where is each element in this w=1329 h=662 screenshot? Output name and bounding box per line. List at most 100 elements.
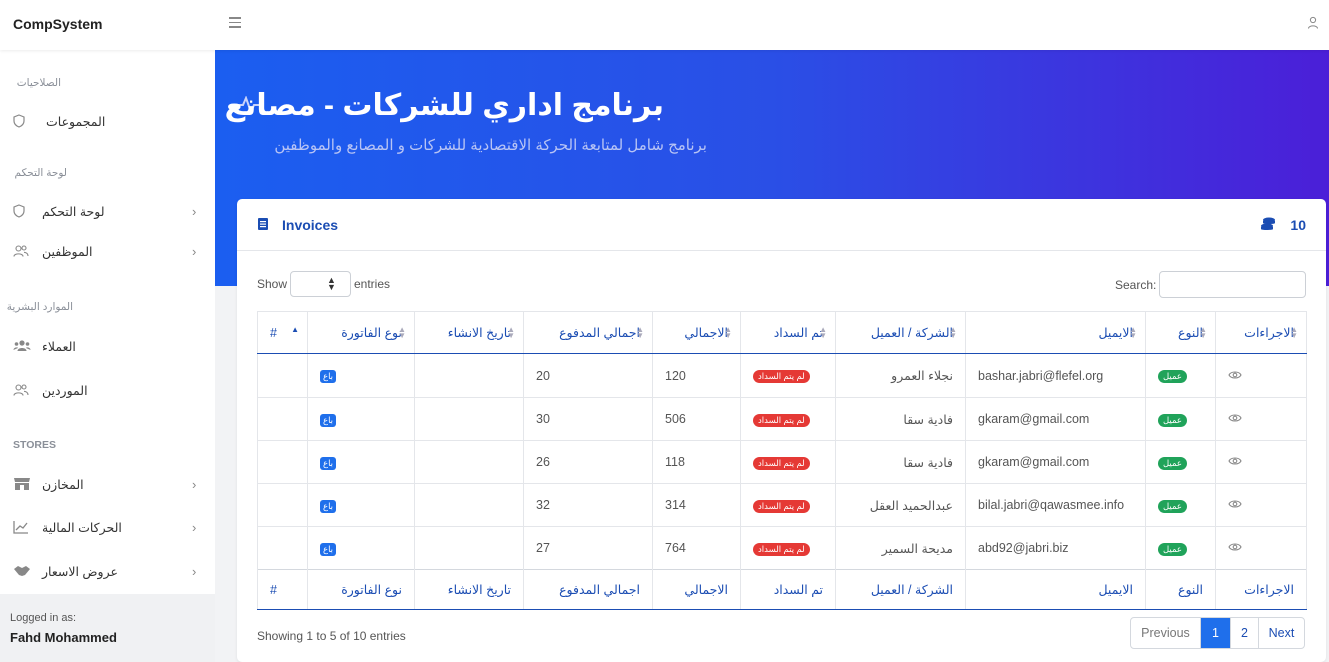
- column-header-kind[interactable]: النوع ▲ ▼: [1145, 311, 1216, 354]
- sort-icon: ▲ ▼: [507, 325, 515, 340]
- total-cell: 118: [652, 440, 741, 484]
- column-header-invoice-type[interactable]: نوع الفاتورة ▲ ▼: [307, 311, 415, 354]
- user-icon[interactable]: [1307, 16, 1319, 33]
- created-cell: [414, 397, 524, 441]
- invoice-type-badge: باع: [320, 542, 337, 556]
- page-button-1[interactable]: 1: [1200, 618, 1230, 648]
- sidebar-item-label: العملاء: [42, 340, 76, 354]
- footer-header-paid: اجمالي المدفوع: [523, 569, 653, 610]
- previous-button[interactable]: Previous: [1131, 618, 1200, 648]
- sidebar-item-employees[interactable]: الموظفين ›: [0, 237, 215, 267]
- coins-icon: [1260, 216, 1276, 235]
- sidebar-item-groups[interactable]: المجموعات: [0, 107, 215, 137]
- payment-status-badge: لم يتم السداد: [753, 370, 810, 383]
- view-eye-icon[interactable]: [1228, 412, 1242, 426]
- view-eye-icon[interactable]: [1228, 498, 1242, 512]
- view-eye-icon[interactable]: [1228, 455, 1242, 469]
- chevron-right-icon: ›: [192, 520, 197, 535]
- table-row: باع 27 764 لم يتم السداد مديحة السمير ab…: [257, 526, 1307, 570]
- company-cell: فادية سقا: [835, 397, 966, 441]
- search-input[interactable]: [1159, 271, 1306, 298]
- column-header-created[interactable]: تاريخ الانشاء ▲ ▼: [414, 311, 524, 354]
- company-cell: عبدالحميد العقل: [835, 483, 966, 527]
- sidebar-item-customers[interactable]: العملاء: [0, 332, 215, 362]
- kind-badge: عميل: [1158, 499, 1187, 513]
- kind-badge: عميل: [1158, 456, 1187, 470]
- payment-status-badge: لم يتم السداد: [753, 542, 810, 556]
- invoice-type-badge: باع: [320, 370, 337, 383]
- created-cell: [414, 483, 524, 527]
- kind-badge: عميل: [1158, 370, 1187, 383]
- sidebar-item-label: الحركات المالية: [42, 521, 122, 535]
- shield-icon: [13, 114, 29, 130]
- page-button-2[interactable]: 2: [1230, 618, 1258, 648]
- shield-icon: [13, 204, 29, 220]
- sidebar-section-title: الصلاحيات: [16, 77, 61, 89]
- sort-icon: ▲ ▼: [1199, 325, 1207, 340]
- footer-header-status: تم السداد: [740, 569, 836, 610]
- footer-header-total: الاجمالي: [652, 569, 741, 610]
- handshake-icon: [13, 564, 30, 580]
- invoice-type-badge: باع: [320, 413, 337, 427]
- search-label: Search:: [1115, 278, 1157, 292]
- column-header-paid[interactable]: اجمالي المدفوع ▲ ▼: [523, 311, 653, 354]
- page-title: برنامج اداري للشركات - مصانع: [224, 89, 664, 122]
- sidebar-section-title: STORES: [13, 439, 56, 451]
- table-row: باع 20 120 لم يتم السداد نجلاء العمرو ba…: [257, 353, 1307, 398]
- column-header-company[interactable]: الشركة / العميل ▲ ▼: [835, 311, 966, 354]
- sidebar-item-label: الموظفين: [42, 245, 93, 259]
- sidebar-item-quotes[interactable]: عروض الاسعار ›: [0, 557, 215, 587]
- total-cell: 120: [652, 353, 741, 398]
- sidebar-item-stores[interactable]: المخازن ›: [0, 470, 215, 500]
- column-header-total[interactable]: الاجمالي ▲ ▼: [652, 311, 741, 354]
- logged-in-label: Logged in as:: [10, 612, 77, 624]
- created-cell: [414, 526, 524, 570]
- sidebar-item-label: لوحة التحكم: [42, 205, 105, 219]
- table-row: باع 30 506 لم يتم السداد فادية سقا gkara…: [257, 397, 1307, 441]
- email-cell: gkaram@gmail.com: [965, 397, 1146, 441]
- sidebar-item-dashboard[interactable]: لوحة التحكم ›: [0, 197, 215, 227]
- paid-cell: 30: [523, 397, 653, 441]
- chevron-right-icon: ›: [192, 477, 197, 492]
- view-eye-icon[interactable]: [1228, 369, 1242, 383]
- column-header-email[interactable]: الايميل ▲ ▼: [965, 311, 1146, 354]
- sidebar-section-title: الموارد البشرية: [6, 301, 73, 313]
- sort-icon: ▲ ▼: [819, 325, 827, 340]
- total-cell: 314: [652, 483, 741, 527]
- entries-label: entries: [354, 277, 391, 291]
- created-cell: [414, 353, 524, 398]
- column-header-status[interactable]: تم السداد ▲ ▼: [740, 311, 836, 354]
- total-cell: 764: [652, 526, 741, 570]
- sort-icon: ▲ ▼: [949, 325, 957, 340]
- logged-in-panel: Logged in as: Fahd Mohammed: [0, 594, 215, 662]
- sort-icon: ▲ ▼: [1290, 325, 1298, 340]
- sidebar-item-suppliers[interactable]: الموردين: [0, 376, 215, 406]
- email-cell: gkaram@gmail.com: [965, 440, 1146, 484]
- table-row: باع 32 314 لم يتم السداد عبدالحميد العقل…: [257, 483, 1307, 527]
- footer-header-number: #: [257, 569, 308, 610]
- sort-icon: ▲ ▼: [724, 325, 732, 340]
- sort-arrows-icon: ▲ ▼: [327, 275, 336, 292]
- view-eye-icon[interactable]: [1228, 541, 1242, 555]
- sort-asc-icon: ▲: [291, 325, 299, 334]
- footer-header-email: الايميل: [965, 569, 1146, 610]
- page-length-select[interactable]: ▲ ▼: [290, 271, 351, 297]
- invoices-table: # ▲ نوع الفاتورة ▲ ▼ تاريخ الانشاء ▲ ▼ اجمالي…: [257, 311, 1307, 610]
- total-cell: 506: [652, 397, 741, 441]
- chevron-right-icon: ›: [192, 204, 197, 219]
- invoice-type-badge: باع: [320, 499, 337, 513]
- column-header-number[interactable]: # ▲: [257, 311, 308, 354]
- email-cell: abd92@jabri.biz: [965, 526, 1146, 570]
- menu-toggle-icon[interactable]: [229, 17, 241, 31]
- sidebar-section-title: لوحة التحكم: [14, 167, 67, 179]
- footer-header-created: تاريخ الانشاء: [414, 569, 524, 610]
- next-button[interactable]: Next: [1258, 618, 1304, 648]
- footer-header-actions: الاجراءات: [1215, 569, 1307, 610]
- sidebar-item-transactions[interactable]: الحركات المالية ›: [0, 513, 215, 543]
- brand-logo[interactable]: CompSystem: [13, 16, 102, 32]
- created-cell: [414, 440, 524, 484]
- chart-icon: [13, 520, 29, 536]
- chevron-right-icon: ›: [192, 244, 197, 259]
- column-header-actions[interactable]: الاجراءات ▲ ▼: [1215, 311, 1307, 354]
- pagination: Previous 1 2 Next: [1130, 617, 1305, 649]
